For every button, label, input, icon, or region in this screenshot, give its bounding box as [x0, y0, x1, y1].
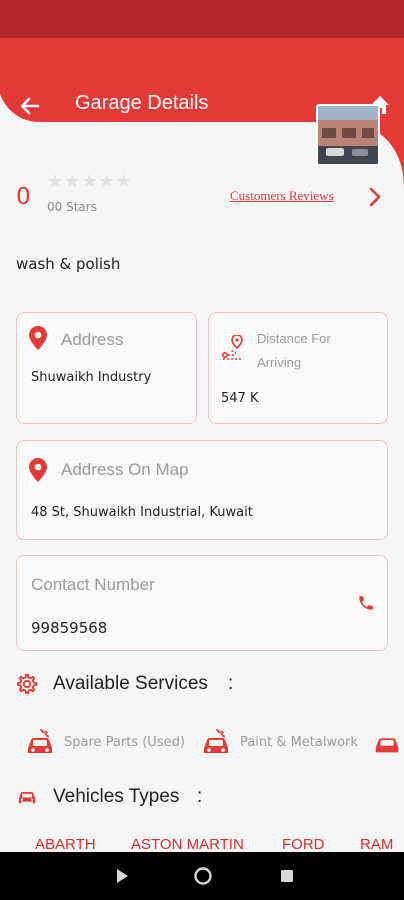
rating-value: 0 — [16, 184, 31, 210]
nav-back-button[interactable] — [112, 866, 132, 886]
star-icon: ★ — [47, 171, 64, 192]
garage-description: wash & polish — [16, 255, 121, 273]
back-button[interactable] — [16, 92, 44, 120]
star-icon: ★ — [81, 171, 98, 192]
star-rating: ★ ★ ★ ★ ★ — [47, 173, 132, 191]
star-icon: ★ — [115, 171, 132, 192]
contact-label: Contact Number — [31, 575, 155, 594]
reviews-chevron-button[interactable] — [366, 186, 384, 208]
distance-card: Distance For Arriving 547 K — [208, 312, 388, 424]
vehicle-type-item[interactable]: FORD — [282, 836, 325, 853]
car-repair-icon — [204, 729, 228, 753]
arrow-left-icon — [20, 97, 40, 115]
car-repair-icon — [28, 729, 52, 753]
system-nav-bar — [0, 852, 404, 900]
page-title: Garage Details — [75, 92, 209, 114]
service-label: Spare Parts (Used) — [64, 734, 185, 750]
map-address-label: Address On Map — [61, 460, 189, 479]
vehicle-type-item[interactable]: ASTON MARTIN — [131, 836, 244, 853]
distance-value: 547 K — [221, 391, 259, 406]
location-pin-icon — [29, 458, 47, 482]
car-icon — [18, 791, 36, 804]
service-item[interactable]: Paint & Metalwork — [200, 728, 358, 756]
address-card: Address Shuwaikh Industry — [16, 312, 197, 424]
nav-home-button[interactable] — [193, 866, 213, 886]
distance-label: Distance For Arriving — [257, 331, 331, 370]
status-bar — [0, 0, 404, 38]
phone-icon — [359, 596, 373, 610]
available-services-title: Available Services — [53, 673, 208, 694]
star-icon: ★ — [98, 171, 115, 192]
chevron-right-icon — [369, 187, 381, 207]
service-item[interactable]: Spare Parts (Used) — [24, 728, 185, 756]
vehicle-type-item[interactable]: RAM — [360, 836, 404, 853]
customers-reviews-link[interactable]: Customers Reviews — [230, 188, 334, 204]
contact-card: Contact Number 99859568 — [16, 555, 388, 651]
map-address-card[interactable]: Address On Map 48 St, Shuwaikh Industria… — [16, 440, 388, 540]
call-button[interactable] — [357, 594, 377, 614]
garage-photo[interactable] — [316, 104, 380, 166]
garage-photo-image — [318, 106, 378, 164]
stars-count-label: 00 Stars — [47, 200, 97, 214]
vehicle-type-item[interactable]: ABARTH — [35, 836, 96, 853]
contact-value: 99859568 — [31, 619, 108, 637]
square-recents-icon — [281, 870, 293, 882]
location-pin-icon — [29, 326, 47, 350]
address-value: Shuwaikh Industry — [31, 370, 152, 385]
vehicles-colon: : — [197, 786, 203, 807]
services-colon: : — [228, 673, 234, 694]
map-address-value: 48 St, Shuwaikh Industrial, Kuwait — [31, 505, 253, 520]
triangle-back-icon — [117, 869, 128, 883]
gear-icon — [16, 673, 38, 695]
circle-home-icon — [194, 867, 212, 885]
address-label: Address — [61, 330, 124, 349]
car-repair-icon — [375, 738, 399, 753]
route-distance-icon — [221, 335, 243, 360]
service-label: Paint & Metalwork — [240, 734, 358, 750]
nav-recents-button[interactable] — [277, 866, 297, 886]
vehicle-types-title: Vehicles Types — [53, 786, 180, 807]
service-item-partial[interactable] — [372, 728, 404, 756]
star-icon: ★ — [64, 171, 81, 192]
